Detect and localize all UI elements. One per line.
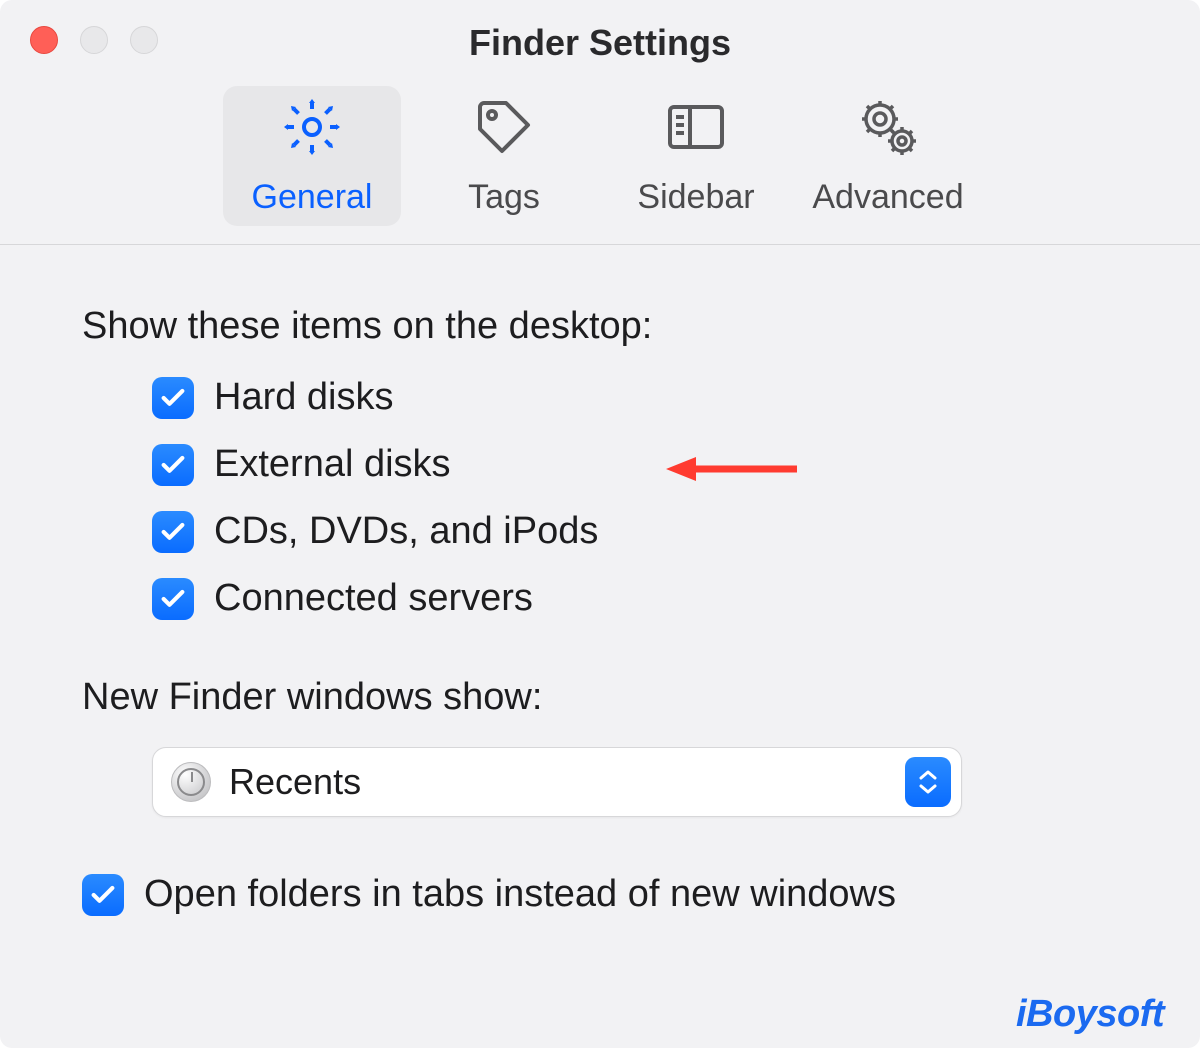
close-button[interactable] [30, 26, 58, 54]
tab-label: General [252, 178, 373, 217]
checkbox-row-hard-disks: Hard disks [152, 376, 1118, 419]
checkmark-icon [159, 451, 187, 479]
dropdown-selected-label: Recents [229, 761, 361, 803]
minimize-button[interactable] [80, 26, 108, 54]
tag-icon [472, 95, 536, 168]
checkbox-cds-dvds-ipods[interactable] [152, 511, 194, 553]
recents-clock-icon [171, 762, 211, 802]
tab-label: Advanced [812, 178, 963, 217]
zoom-button[interactable] [130, 26, 158, 54]
new-finder-windows-dropdown[interactable]: Recents [152, 747, 962, 817]
annotation-arrow [662, 451, 802, 492]
checkbox-label: Open folders in tabs instead of new wind… [144, 873, 896, 916]
checkmark-icon [89, 881, 117, 909]
checkbox-connected-servers[interactable] [152, 578, 194, 620]
watermark: iBoysoft [1016, 993, 1164, 1036]
checkmark-icon [159, 384, 187, 412]
gear-icon [280, 95, 344, 168]
tab-label: Tags [468, 178, 540, 217]
general-pane: Show these items on the desktop: Hard di… [0, 245, 1200, 916]
sidebar-icon [664, 95, 728, 168]
checkbox-label: External disks [214, 443, 451, 486]
traffic-lights [30, 26, 158, 54]
checkbox-label: Hard disks [214, 376, 394, 419]
checkbox-hard-disks[interactable] [152, 377, 194, 419]
checkbox-row-open-in-tabs: Open folders in tabs instead of new wind… [82, 873, 1118, 916]
desktop-items-checklist: Hard disks External disks CDs, [152, 376, 1118, 620]
tab-general[interactable]: General [223, 86, 401, 226]
gears-icon [856, 95, 920, 168]
dropdown-stepper-icon [905, 757, 951, 807]
checkbox-row-connected-servers: Connected servers [152, 577, 1118, 620]
checkbox-row-cds-dvds-ipods: CDs, DVDs, and iPods [152, 510, 1118, 553]
new-finder-dropdown-wrap: Recents [152, 747, 1118, 817]
checkbox-label: CDs, DVDs, and iPods [214, 510, 598, 553]
checkbox-label: Connected servers [214, 577, 533, 620]
titlebar: Finder Settings [0, 0, 1200, 64]
checkmark-icon [159, 585, 187, 613]
show-on-desktop-heading: Show these items on the desktop: [82, 305, 1118, 348]
checkbox-external-disks[interactable] [152, 444, 194, 486]
finder-settings-window: Finder Settings General Tags [0, 0, 1200, 1048]
tab-advanced[interactable]: Advanced [799, 86, 977, 226]
window-title: Finder Settings [30, 22, 1170, 64]
tab-sidebar[interactable]: Sidebar [607, 86, 785, 226]
tab-label: Sidebar [637, 178, 754, 217]
checkmark-icon [159, 518, 187, 546]
tab-tags[interactable]: Tags [415, 86, 593, 226]
checkbox-row-external-disks: External disks [152, 443, 1118, 486]
checkbox-open-in-tabs[interactable] [82, 874, 124, 916]
settings-tabs: General Tags Sidebar [0, 64, 1200, 245]
new-finder-windows-heading: New Finder windows show: [82, 676, 1118, 719]
